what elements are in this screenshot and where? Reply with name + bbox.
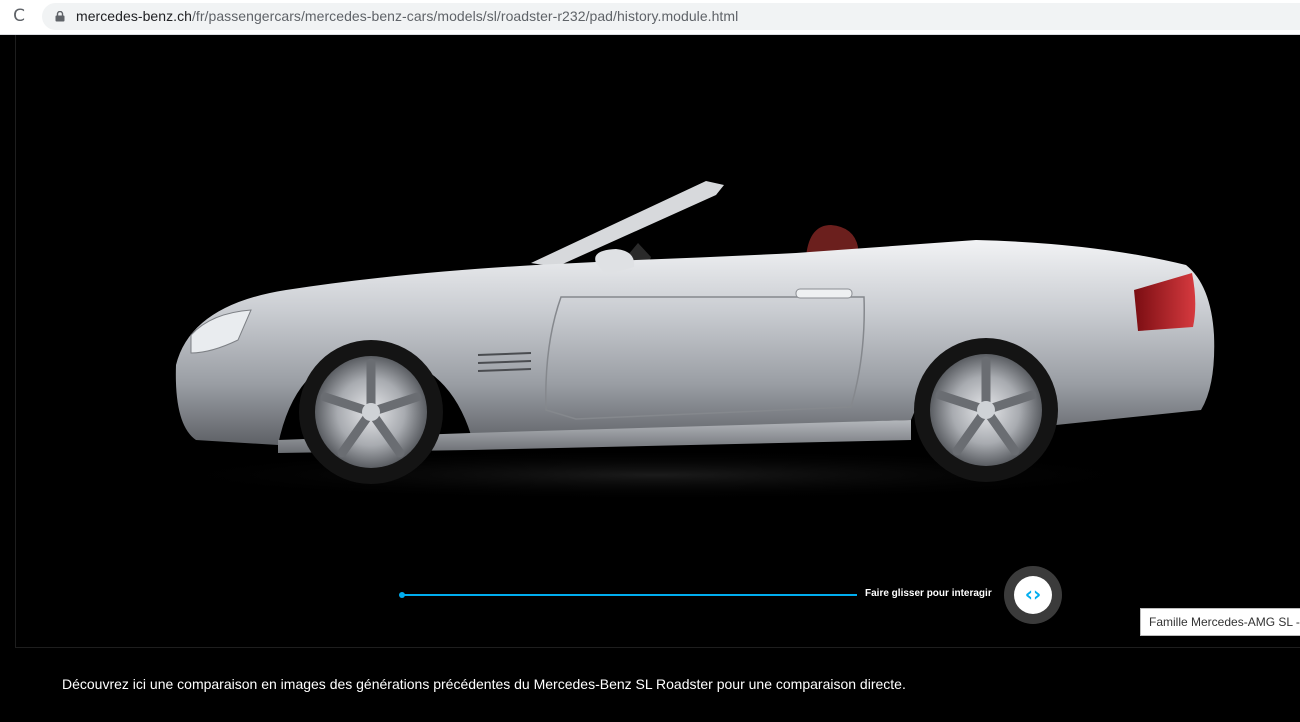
url-text[interactable]: mercedes-benz.ch/fr/passengercars/merced… xyxy=(76,8,738,24)
slider-start-dot xyxy=(399,592,405,598)
comparison-stage[interactable]: Faire glisser pour interagir ‹› xyxy=(15,35,1300,648)
slider-hint-text: Faire glisser pour interagir xyxy=(865,588,992,599)
address-bar[interactable]: mercedes-benz.ch/fr/passengercars/merced… xyxy=(42,3,1300,30)
reload-icon[interactable]: C xyxy=(10,6,28,26)
drag-arrows-icon[interactable]: ‹› xyxy=(1014,576,1052,614)
lock-icon xyxy=(55,11,65,22)
car-image xyxy=(136,181,1215,501)
comparison-caption: Découvrez ici une comparaison en images … xyxy=(62,676,906,692)
tooltip: Famille Mercedes-AMG SL - xyxy=(1140,608,1300,636)
slider-track[interactable] xyxy=(402,594,857,596)
url-path: /fr/passengercars/mercedes-benz-cars/mod… xyxy=(191,8,739,24)
browser-toolbar: C mercedes-benz.ch/fr/passengercars/merc… xyxy=(0,0,1300,35)
url-domain: mercedes-benz.ch xyxy=(76,8,192,24)
